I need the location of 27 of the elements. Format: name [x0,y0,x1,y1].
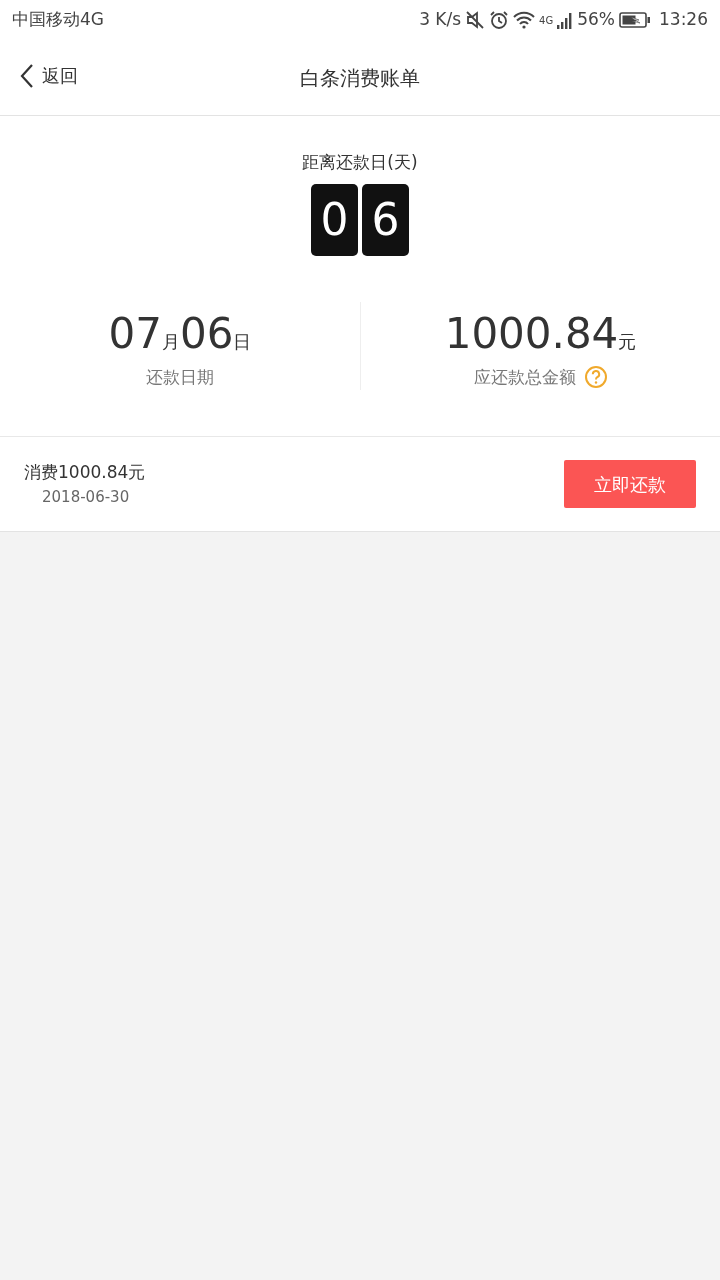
bill-title: 消费1000.84元 [24,461,146,484]
countdown-digit: 6 [362,183,409,256]
day-unit: 日 [233,329,252,354]
amount-value: 1000.84 [444,307,619,360]
mute-icon [465,10,486,30]
back-icon [20,62,34,89]
page-title: 白条消费账单 [300,64,420,92]
countdown-digit: 0 [311,183,358,256]
battery-icon [619,12,651,28]
amount-unit: 元 [618,329,637,354]
carrier-text: 中国移动4G [12,8,104,32]
amount-label: 应还款总金额 [473,365,576,389]
network-type: 4G [539,14,554,29]
battery-percent: 56% [577,8,615,32]
day-value: 06 [180,307,234,360]
signal-icon [557,11,574,29]
month-unit: 月 [162,329,180,354]
wifi-icon [513,11,536,29]
clock-time: 13:26 [659,8,708,32]
back-button[interactable]: 返回 [20,62,78,89]
alarm-icon [489,10,510,30]
network-speed: 3 K/s [419,8,462,32]
month-value: 07 [108,307,162,360]
bill-date: 2018-06-30 [42,486,131,508]
countdown-label: 距离还款日(天) [302,151,418,174]
help-icon[interactable] [583,365,608,390]
date-label: 还款日期 [146,365,214,389]
